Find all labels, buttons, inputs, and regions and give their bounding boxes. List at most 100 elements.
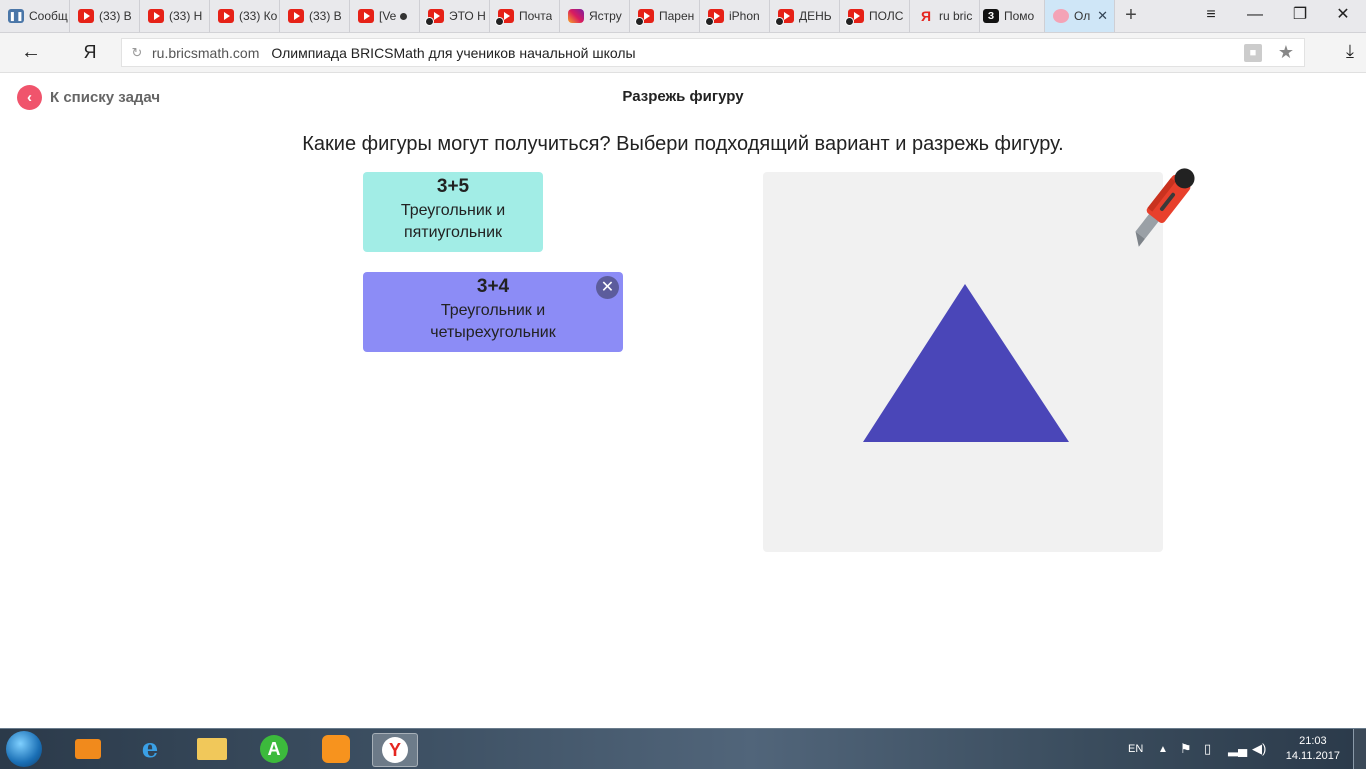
- option-description-line: пятиугольник: [403, 224, 503, 241]
- option-description: Треугольник и пятиугольник: [363, 200, 543, 244]
- task-question: Какие фигуры могут получиться? Выбери по…: [302, 133, 1064, 155]
- tab-label: Ол: [1074, 9, 1091, 23]
- shape-svg: [863, 284, 1069, 442]
- youtube-icon: [495, 9, 514, 26]
- lock-icon[interactable]: ■: [1244, 44, 1262, 62]
- tab-label: (33) В: [99, 9, 132, 23]
- option-formula: 3+5: [436, 176, 470, 197]
- action-center-flag-icon[interactable]: ⚑: [1180, 729, 1192, 769]
- tray-expand-icon[interactable]: ▲: [1158, 729, 1168, 769]
- youtube-icon: [78, 9, 94, 23]
- network-signal-icon[interactable]: ▂▄: [1228, 729, 1247, 769]
- internet-explorer-icon[interactable]: e: [128, 733, 172, 765]
- yandex-home-icon[interactable]: Я: [80, 41, 100, 63]
- browser-navbar: ← Я ↻ ru.bricsmath.com Олимпиада BRICSMa…: [0, 33, 1366, 73]
- youtube-icon: [705, 9, 724, 26]
- zen-icon: З: [983, 9, 999, 23]
- file-explorer-icon[interactable]: [190, 733, 234, 765]
- clock-time: 21:03: [1299, 735, 1327, 747]
- tab-label: Почта: [519, 9, 553, 23]
- tab-label: iPhon: [729, 9, 760, 23]
- page-title: Разрежь фигуру: [622, 88, 744, 105]
- power-icon[interactable]: ▯: [1204, 729, 1211, 769]
- new-tab-button[interactable]: +: [1120, 4, 1142, 26]
- tab-label: (33) Н: [169, 9, 203, 23]
- close-window-button[interactable]: ✕: [1328, 4, 1358, 26]
- browser-tab[interactable]: З Помо: [975, 0, 1045, 32]
- taskbar-clock[interactable]: 21:03 14.11.2017: [1286, 734, 1340, 764]
- youtube-icon: [635, 9, 654, 26]
- tab-label: Парен: [659, 9, 695, 23]
- volume-icon[interactable]: ◀): [1252, 729, 1266, 769]
- tab-label: Сообщ: [29, 9, 68, 23]
- browser-tab[interactable]: ПОЛС: [840, 0, 910, 32]
- triangle-shape[interactable]: [863, 284, 1069, 442]
- yandex-icon: Я: [920, 8, 932, 24]
- yandex-browser-icon[interactable]: Y: [372, 733, 418, 767]
- option-description: Треугольник и четырехугольник: [363, 300, 623, 344]
- uc-browser-icon[interactable]: [314, 733, 358, 765]
- youtube-icon: [218, 9, 234, 23]
- youtube-icon: [358, 9, 374, 23]
- browser-tab[interactable]: (33) Н: [140, 0, 210, 32]
- browser-tab[interactable]: [Ve: [350, 0, 420, 32]
- tab-label: (33) Ко: [239, 9, 278, 23]
- tab-label: ПОЛС: [869, 9, 904, 23]
- show-desktop-button[interactable]: [1353, 729, 1366, 769]
- option-description-line: четырехугольник: [430, 324, 556, 341]
- browser-tab-strip: ❚❚ Сообщ (33) В (33) Н (33) Ко (33) В [V…: [0, 0, 1366, 33]
- bricsmath-icon: [1053, 9, 1069, 23]
- browser-tab[interactable]: (33) Ко: [210, 0, 280, 32]
- browser-tab[interactable]: Я ru bric: [910, 0, 980, 32]
- answer-option-3-5[interactable]: 3+5 Треугольник и пятиугольник: [363, 172, 543, 252]
- utility-knife-icon[interactable]: [1122, 162, 1204, 250]
- address-page-title: Олимпиада BRICSMath для учеников начальн…: [271, 44, 636, 61]
- minimize-button[interactable]: —: [1240, 4, 1270, 26]
- browser-tab[interactable]: ЭТО Н: [420, 0, 490, 32]
- tab-label: Помо: [1004, 9, 1035, 23]
- download-icon[interactable]: ⤓: [1346, 41, 1354, 62]
- browser-tab[interactable]: Парен: [630, 0, 700, 32]
- back-arrow-icon[interactable]: ←: [18, 41, 44, 63]
- address-domain: ru.bricsmath.com: [152, 44, 260, 61]
- youtube-icon: [148, 9, 164, 23]
- youtube-icon: [288, 9, 304, 23]
- tab-label: (33) В: [309, 9, 342, 23]
- youtube-icon: [425, 9, 444, 26]
- browser-tab[interactable]: (33) В: [70, 0, 140, 32]
- tab-label: Ястру: [589, 9, 622, 23]
- reload-icon[interactable]: ↻: [122, 45, 152, 61]
- browser-tab-active[interactable]: Ол ✕: [1045, 0, 1115, 32]
- browser-tab[interactable]: ДЕНЬ: [770, 0, 840, 32]
- media-player-icon[interactable]: [66, 733, 110, 765]
- cutting-canvas[interactable]: [763, 172, 1163, 552]
- option-formula: 3+4: [476, 276, 510, 297]
- youtube-icon: [775, 9, 794, 26]
- restore-button[interactable]: ❐: [1285, 4, 1315, 26]
- close-icon[interactable]: ✕: [596, 276, 619, 299]
- clock-date: 14.11.2017: [1285, 750, 1340, 762]
- browser-tab[interactable]: ❚❚ Сообщ: [0, 0, 70, 32]
- android-emulator-icon[interactable]: A: [252, 733, 296, 765]
- browser-tab[interactable]: (33) В: [280, 0, 350, 32]
- language-indicator[interactable]: EN: [1128, 729, 1143, 769]
- recording-dot-icon: [400, 12, 408, 20]
- browser-tab[interactable]: Ястру: [560, 0, 630, 32]
- bookmark-star-icon[interactable]: ★: [1278, 42, 1294, 63]
- youtube-icon: [845, 9, 864, 26]
- vk-icon: ❚❚: [8, 9, 24, 23]
- option-description-line: Треугольник и: [400, 202, 506, 219]
- answer-option-3-4[interactable]: 3+4 Треугольник и четырехугольник ✕: [363, 272, 623, 352]
- tab-label: ДЕНЬ: [799, 9, 832, 23]
- browser-tab[interactable]: Почта: [490, 0, 560, 32]
- option-description-line: Треугольник и: [440, 302, 546, 319]
- windows-start-icon[interactable]: [6, 731, 42, 767]
- windows-taskbar: e A Y EN ▲ ⚑ ▯ ▂▄ ◀) 21:03 14.11.2017: [0, 728, 1366, 769]
- browser-tab[interactable]: iPhon: [700, 0, 770, 32]
- address-bar[interactable]: ↻ ru.bricsmath.com Олимпиада BRICSMath д…: [121, 38, 1305, 67]
- tab-label: ЭТО Н: [449, 9, 486, 23]
- browser-menu-button[interactable]: ≡: [1196, 4, 1226, 26]
- tab-label: ru bric: [939, 9, 973, 23]
- close-tab-icon[interactable]: ✕: [1097, 8, 1108, 24]
- instagram-icon: [568, 9, 584, 23]
